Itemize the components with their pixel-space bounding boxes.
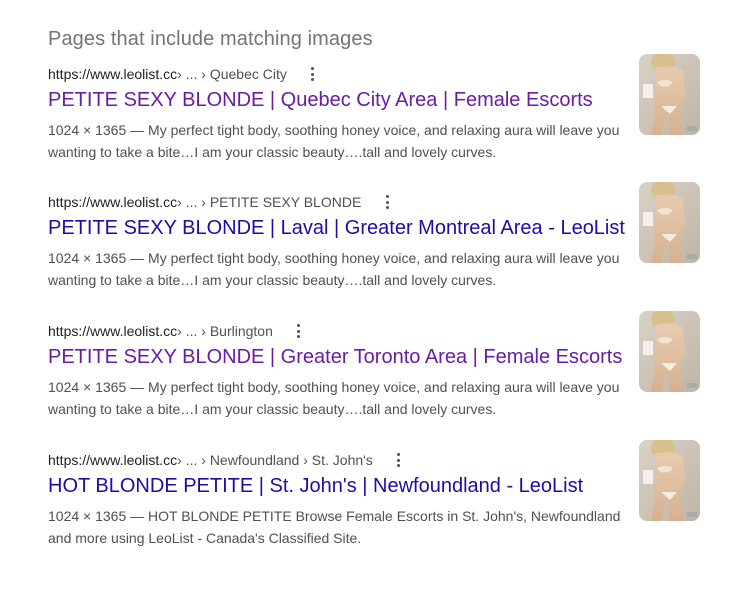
url-breadcrumb: › ... › Newfoundland › St. John's [177,452,373,468]
result-title-link[interactable]: PETITE SEXY BLONDE | Laval | Greater Mon… [48,215,625,241]
search-result: https://www.leolist.cc › ... › Quebec Ci… [48,54,708,184]
url-domain: https://www.leolist.cc [48,66,178,82]
section-title: Pages that include matching images [48,28,373,50]
dimension-separator: — [126,508,149,524]
image-dimensions: 1024 × 1365 [48,250,127,266]
url-breadcrumb: › ... › Burlington [177,323,273,339]
result-title-link[interactable]: PETITE SEXY BLONDE | Quebec City Area | … [48,87,593,113]
url-breadcrumb: › ... › PETITE SEXY BLONDE [177,194,362,210]
search-result: https://www.leolist.cc › ... › PETITE SE… [48,182,708,312]
url-domain: https://www.leolist.cc [48,323,178,339]
image-dimensions: 1024 × 1365 [48,122,127,138]
result-thumbnail[interactable] [639,311,700,392]
search-result: https://www.leolist.cc › ... › Burlingto… [48,311,708,441]
result-title-link[interactable]: HOT BLONDE PETITE | St. John's | Newfoun… [48,473,583,499]
url-domain: https://www.leolist.cc [48,452,178,468]
result-thumbnail[interactable] [639,440,700,521]
result-thumbnail[interactable] [639,54,700,135]
more-options-icon[interactable] [397,453,401,467]
image-dimensions: 1024 × 1365 [48,379,127,395]
result-snippet: 1024 × 1365 — My perfect tight body, soo… [48,376,628,420]
result-url[interactable]: https://www.leolist.cc › ... › Burlingto… [48,321,301,341]
thumbnail-image [639,311,700,392]
url-breadcrumb: › ... › Quebec City [177,66,287,82]
image-dimensions: 1024 × 1365 [48,508,127,524]
dimension-separator: — [126,250,149,266]
more-options-icon[interactable] [311,67,315,81]
more-options-icon[interactable] [297,324,301,338]
result-thumbnail[interactable] [639,182,700,263]
result-url[interactable]: https://www.leolist.cc › ... › PETITE SE… [48,192,389,212]
result-snippet: 1024 × 1365 — HOT BLONDE PETITE Browse F… [48,505,628,549]
result-snippet: 1024 × 1365 — My perfect tight body, soo… [48,119,628,163]
result-title-link[interactable]: PETITE SEXY BLONDE | Greater Toronto Are… [48,344,622,370]
result-snippet: 1024 × 1365 — My perfect tight body, soo… [48,247,628,291]
result-url[interactable]: https://www.leolist.cc › ... › Newfoundl… [48,450,401,470]
thumbnail-image [639,182,700,263]
dimension-separator: — [126,122,149,138]
result-url[interactable]: https://www.leolist.cc › ... › Quebec Ci… [48,64,315,84]
search-result: https://www.leolist.cc › ... › Newfoundl… [48,440,708,570]
dimension-separator: — [126,379,149,395]
thumbnail-image [639,54,700,135]
more-options-icon[interactable] [385,195,389,209]
thumbnail-image [639,440,700,521]
url-domain: https://www.leolist.cc [48,194,178,210]
